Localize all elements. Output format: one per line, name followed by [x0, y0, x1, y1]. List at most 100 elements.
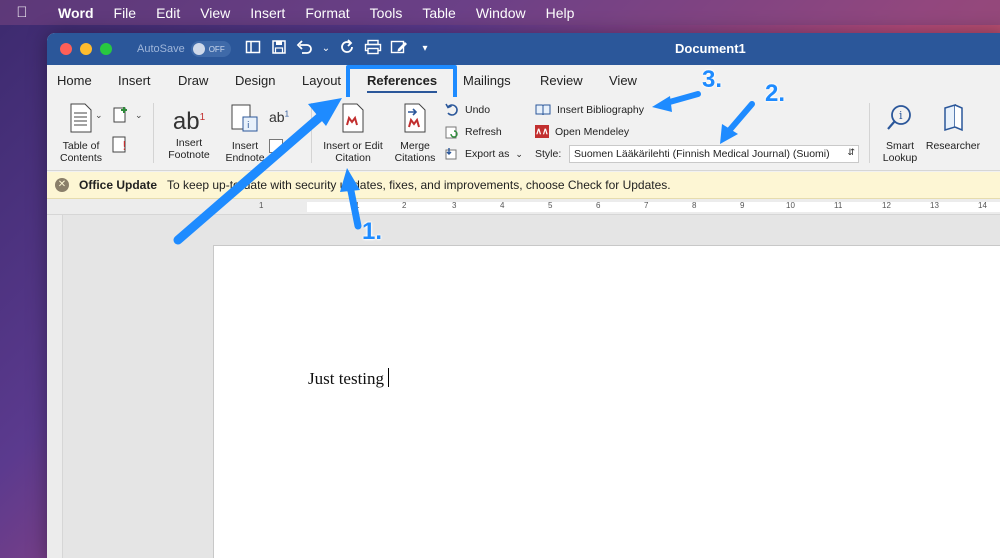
ruler-number: 11 — [834, 201, 843, 210]
update-message: To keep up-to-date with security updates… — [167, 178, 671, 192]
citation-style-value: Suomen Lääkärilehti (Finnish Medical Jou… — [574, 148, 830, 160]
document-title: Document1 — [675, 41, 746, 56]
apple-icon[interactable]:  — [0, 4, 44, 21]
document-page[interactable]: Just testing — [213, 245, 1000, 558]
zoom-window-button[interactable] — [100, 43, 112, 55]
print-icon[interactable] — [363, 39, 383, 59]
update-title: Office Update — [79, 178, 158, 192]
sidebar-icon[interactable] — [243, 39, 263, 59]
refresh-label: Refresh — [465, 126, 502, 138]
chevron-down-icon[interactable]: ⌄ — [321, 39, 331, 59]
mac-menubar:  Word File Edit View Insert Format Tool… — [0, 0, 1000, 25]
citation-style-select[interactable]: Suomen Lääkärilehti (Finnish Medical Jou… — [569, 145, 859, 163]
svg-text:!: ! — [122, 139, 127, 153]
undo-label: Undo — [465, 104, 491, 116]
menu-tools[interactable]: Tools — [360, 5, 413, 21]
tab-insert[interactable]: Insert — [118, 73, 151, 88]
menu-help[interactable]: Help — [536, 5, 585, 21]
show-notes-icon[interactable] — [269, 139, 283, 153]
insert-bibliography-button[interactable]: Insert Bibliography — [535, 103, 644, 116]
document-text: Just testing — [308, 369, 385, 388]
add-text-icon[interactable] — [111, 105, 133, 130]
tab-draw[interactable]: Draw — [178, 73, 208, 88]
title-bar: AutoSave OFF ⌄ ▾ Document1 — [47, 33, 1000, 65]
autosave-toggle[interactable]: OFF — [190, 41, 231, 57]
tab-view[interactable]: View — [609, 73, 637, 88]
menu-format[interactable]: Format — [295, 5, 359, 21]
document-canvas: Just testing — [63, 215, 1000, 558]
insert-footnote-button[interactable]: ab1 Insert Footnote — [159, 103, 219, 161]
customize-toolbar-icon[interactable]: ▾ — [415, 39, 435, 59]
autosave-label: AutoSave — [137, 43, 185, 55]
minimize-window-button[interactable] — [80, 43, 92, 55]
autosave-control[interactable]: AutoSave OFF — [137, 41, 231, 57]
next-footnote-icon[interactable]: ab1 — [269, 109, 289, 125]
insert-endnote-button[interactable]: i Insert Endnote — [217, 103, 273, 164]
edit-document-icon[interactable] — [389, 39, 409, 59]
tab-layout[interactable]: Layout — [302, 73, 341, 88]
redo-icon[interactable] — [337, 39, 357, 59]
ruler-number: 10 — [786, 201, 795, 210]
autosave-state: OFF — [208, 44, 225, 54]
ruler-number: 6 — [596, 201, 601, 210]
ruler-number: 8 — [692, 201, 697, 210]
menu-insert[interactable]: Insert — [240, 5, 295, 21]
dismiss-update-icon[interactable]: ✕ — [55, 178, 69, 192]
document-body[interactable]: Just testing — [308, 368, 390, 389]
tab-design[interactable]: Design — [235, 73, 275, 88]
ruler-number: 2 — [402, 201, 407, 210]
researcher-button[interactable]: Researcher — [923, 103, 983, 152]
footnote-icon: ab1 — [172, 108, 206, 135]
tab-home[interactable]: Home — [57, 73, 92, 88]
undo-arrow-icon — [445, 103, 458, 116]
insert-endnote-label: Insert Endnote — [225, 140, 265, 164]
merge-citations-label: Merge Citations — [394, 140, 436, 164]
insert-citation-button[interactable]: Insert or Edit Citation — [317, 103, 389, 164]
menu-table[interactable]: Table — [412, 5, 465, 21]
export-as-label: Export as — [465, 148, 510, 160]
endnote-icon: i — [217, 103, 273, 136]
ribbon-tabs: Home Insert Draw Design Layout Reference… — [47, 65, 1000, 97]
insert-bibliography-label: Insert Bibliography — [557, 103, 644, 116]
magnifier-icon: i — [875, 103, 925, 136]
style-label: Style: — [535, 148, 562, 160]
menu-app-word[interactable]: Word — [44, 5, 104, 21]
mendeley-citation-icon — [317, 103, 389, 136]
close-window-button[interactable] — [60, 43, 72, 55]
mendeley-icon: ∧∧ — [535, 125, 549, 138]
ruler-number: 1 — [259, 201, 264, 210]
references-tab-highlight — [346, 65, 457, 101]
tab-mailings[interactable]: Mailings — [463, 73, 511, 88]
toc-dropdown-icon[interactable]: ⌄ — [95, 110, 103, 121]
refresh-icon — [445, 126, 458, 139]
ruler-number: 5 — [548, 201, 553, 210]
ribbon-separator — [869, 103, 870, 163]
save-icon[interactable] — [269, 39, 289, 59]
menu-edit[interactable]: Edit — [146, 5, 190, 21]
window-controls — [60, 43, 112, 55]
add-text-dropdown-icon[interactable]: ⌄ — [135, 110, 143, 121]
tab-review[interactable]: Review — [540, 73, 583, 88]
ruler-number: 14 — [978, 201, 987, 210]
smart-lookup-button[interactable]: i Smart Lookup — [875, 103, 925, 164]
vertical-ruler[interactable] — [47, 215, 63, 558]
open-mendeley-button[interactable]: ∧∧ Open Mendeley — [535, 125, 629, 138]
update-table-icon[interactable]: ! — [111, 135, 129, 160]
insert-footnote-label: Insert Footnote — [168, 137, 210, 161]
undo-icon[interactable] — [295, 39, 315, 59]
menu-window[interactable]: Window — [466, 5, 536, 21]
ruler-number: 1 — [355, 201, 360, 210]
researcher-book-icon — [923, 103, 983, 136]
export-dropdown-icon: ⌄ — [515, 148, 523, 159]
refresh-button[interactable]: Refresh — [445, 125, 502, 139]
open-mendeley-label: Open Mendeley — [555, 125, 630, 138]
bibliography-icon — [535, 104, 551, 116]
horizontal-ruler[interactable]: 1 1 2 3 4 5 6 7 8 9 10 11 12 13 14 — [47, 199, 1000, 215]
undo-mendeley-button[interactable]: Undo — [445, 103, 490, 117]
merge-citations-button[interactable]: Merge Citations — [387, 103, 443, 164]
ruler-number: 3 — [452, 201, 457, 210]
export-as-button[interactable]: Export as ⌄ — [445, 147, 523, 161]
ruler-number: 12 — [882, 201, 891, 210]
menu-file[interactable]: File — [104, 5, 147, 21]
menu-view[interactable]: View — [190, 5, 240, 21]
